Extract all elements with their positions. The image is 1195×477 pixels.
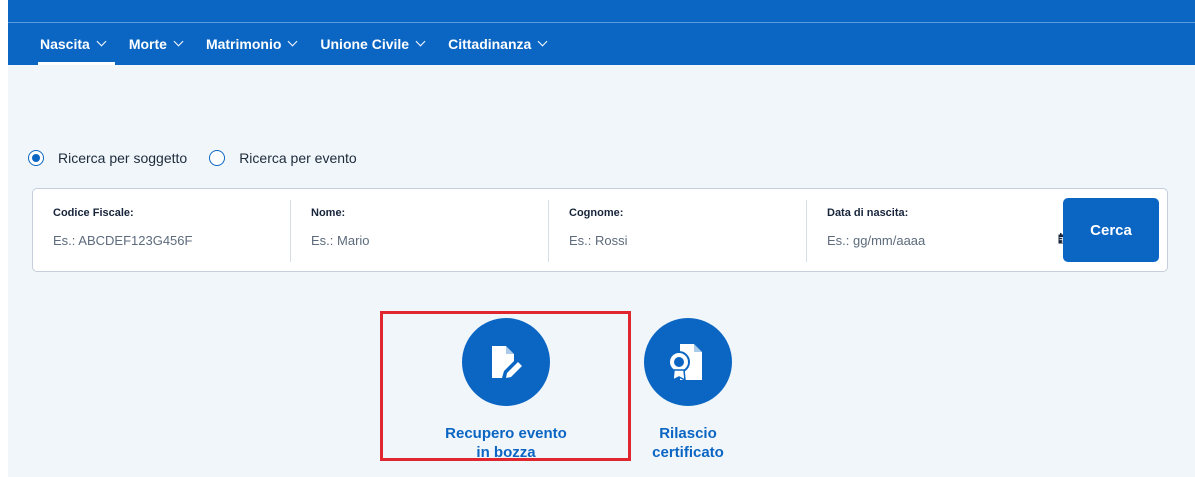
radio-unselected-icon[interactable] xyxy=(209,150,226,166)
field-label: Data di nascita: xyxy=(827,207,909,219)
nav-item-unione-civile[interactable]: Unione Civile xyxy=(320,26,426,65)
nav-item-label: Nascita xyxy=(40,36,90,52)
search-mode-selector: Ricerca per soggetto Ricerca per evento xyxy=(28,150,379,166)
top-navigation-bar: Nascita Morte Matrimonio Unione Civile C… xyxy=(8,0,1195,65)
action-caption-line: certificato xyxy=(652,444,724,461)
certificate-document-icon xyxy=(668,344,702,382)
edit-document-icon xyxy=(492,346,522,378)
radio-ricerca-per-evento[interactable]: Ricerca per evento xyxy=(209,150,357,166)
radio-selected-icon[interactable] xyxy=(28,150,44,166)
action-circle xyxy=(462,318,550,406)
search-form: Codice Fiscale: Nome: Cognome: Data di n… xyxy=(32,188,1168,272)
field-data-di-nascita: Data di nascita: xyxy=(807,189,1087,273)
action-caption-line: Rilascio xyxy=(659,425,717,442)
action-caption: Recupero evento in bozza xyxy=(445,424,567,462)
field-nome: Nome: xyxy=(291,189,548,273)
cerca-button[interactable]: Cerca xyxy=(1063,198,1159,262)
action-circle xyxy=(644,318,732,406)
nav-item-label: Morte xyxy=(128,36,167,52)
data-di-nascita-input[interactable] xyxy=(827,233,1007,248)
chevron-down-icon xyxy=(96,36,107,47)
nome-input[interactable] xyxy=(311,233,511,248)
nav-item-cittadinanza[interactable]: Cittadinanza xyxy=(448,26,548,65)
field-codice-fiscale: Codice Fiscale: xyxy=(33,189,290,273)
main-nav: Nascita Morte Matrimonio Unione Civile C… xyxy=(38,26,570,65)
radio-label: Ricerca per evento xyxy=(239,150,357,166)
field-cognome: Cognome: xyxy=(549,189,806,273)
chevron-down-icon xyxy=(415,36,426,47)
chevron-down-icon xyxy=(173,36,184,47)
nav-item-label: Unione Civile xyxy=(320,36,410,52)
recupero-evento-in-bozza-button[interactable]: Recupero evento in bozza xyxy=(420,318,592,462)
codice-fiscale-input[interactable] xyxy=(53,233,253,248)
nav-item-nascita[interactable]: Nascita xyxy=(38,26,115,65)
cognome-input[interactable] xyxy=(569,233,769,248)
action-caption-line: Recupero evento xyxy=(445,425,567,442)
field-label: Codice Fiscale: xyxy=(53,207,134,219)
header-divider xyxy=(8,22,1195,23)
field-label: Cognome: xyxy=(569,207,624,219)
radio-ricerca-per-soggetto[interactable]: Ricerca per soggetto xyxy=(28,150,187,166)
action-caption-line: in bozza xyxy=(476,444,536,461)
nav-item-label: Cittadinanza xyxy=(448,36,532,52)
radio-label: Ricerca per soggetto xyxy=(58,150,188,166)
chevron-down-icon xyxy=(537,36,548,47)
action-caption: Rilascio certificato xyxy=(652,424,724,462)
nav-item-label: Matrimonio xyxy=(205,36,282,52)
nav-item-morte[interactable]: Morte xyxy=(128,26,184,65)
rilascio-certificato-button[interactable]: Rilascio certificato xyxy=(628,318,748,462)
field-label: Nome: xyxy=(311,207,346,219)
chevron-down-icon xyxy=(287,36,298,47)
nav-item-matrimonio[interactable]: Matrimonio xyxy=(205,26,298,65)
